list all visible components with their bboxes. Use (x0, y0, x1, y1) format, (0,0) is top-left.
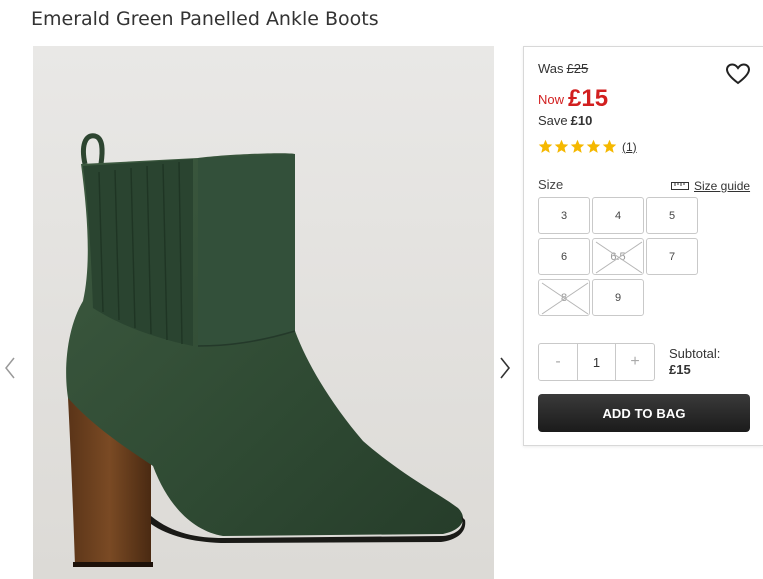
subtotal: Subtotal: £15 (669, 346, 720, 378)
save-amount: Save £10 (538, 113, 592, 128)
add-to-bag-button[interactable]: ADD TO BAG (538, 394, 750, 432)
quantity-input[interactable]: 1 (577, 344, 616, 380)
unavailable-cross-icon (541, 282, 589, 315)
review-count-link[interactable]: (1) (622, 140, 637, 154)
quantity-decrease-button[interactable]: - (539, 344, 577, 380)
size-option-6[interactable]: 6 (538, 238, 590, 275)
star-icon (570, 139, 585, 153)
quantity-stepper: - 1 + (538, 343, 655, 381)
star-icon (554, 139, 569, 153)
save-value: £10 (570, 113, 593, 128)
rating: (1) (538, 139, 637, 154)
was-price: Was £25 (538, 61, 588, 76)
now-amount: £15 (568, 85, 609, 112)
size-option-8-unavailable[interactable]: 8 (538, 279, 590, 316)
was-label: Was (538, 61, 564, 76)
size-option-7[interactable]: 7 (646, 238, 698, 275)
size-option-4[interactable]: 4 (592, 197, 644, 234)
star-icon (538, 139, 553, 153)
subtotal-label: Subtotal: (669, 346, 721, 361)
star-icon (586, 139, 601, 153)
size-option-5[interactable]: 5 (646, 197, 698, 234)
size-option-label: 5 (668, 209, 676, 222)
size-option-label: 3 (560, 209, 568, 222)
product-title: Emerald Green Panelled Ankle Boots (31, 8, 379, 30)
size-option-label: 4 (614, 209, 622, 222)
size-option-9[interactable]: 9 (592, 279, 644, 316)
save-label: Save (538, 113, 568, 128)
next-image-button[interactable] (497, 355, 513, 381)
size-option-label: 6 (560, 250, 568, 263)
size-label: Size (538, 177, 564, 192)
boot-image (33, 46, 494, 579)
size-guide-link[interactable]: Size guide (671, 179, 750, 193)
size-option-6-5-unavailable[interactable]: 6.5 (592, 238, 644, 275)
quantity-increase-button[interactable]: + (616, 344, 654, 380)
now-label: Now (538, 92, 565, 107)
purchase-panel: Was £25 Now £15 Save £10 (1) Size Size guid… (523, 46, 763, 446)
ruler-icon (671, 182, 689, 190)
product-image (33, 46, 494, 579)
was-amount: £25 (566, 61, 589, 76)
size-option-label: 7 (668, 250, 676, 263)
now-price: Now £15 (538, 83, 609, 112)
heart-icon (725, 63, 751, 85)
size-option-label: 9 (614, 291, 622, 304)
prev-image-button[interactable] (2, 355, 18, 381)
star-icon (602, 139, 617, 153)
chevron-left-icon (5, 357, 15, 379)
size-guide-label: Size guide (694, 179, 751, 193)
unavailable-cross-icon (595, 241, 643, 274)
subtotal-amount: £15 (669, 362, 691, 377)
wishlist-button[interactable] (725, 62, 751, 86)
chevron-right-icon (500, 357, 511, 379)
size-option-3[interactable]: 3 (538, 197, 590, 234)
